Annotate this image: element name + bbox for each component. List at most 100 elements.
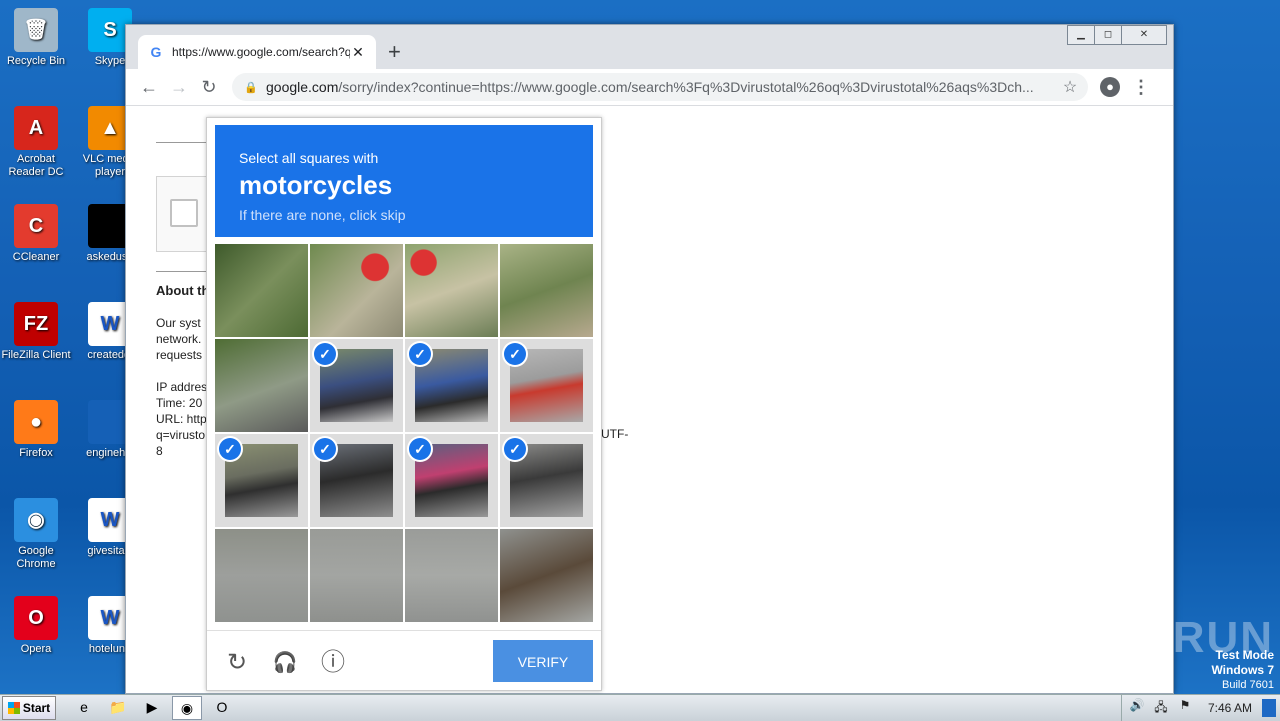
browser-menu-icon[interactable]: ⋮ bbox=[1132, 77, 1150, 98]
profile-avatar-icon[interactable]: ● bbox=[1100, 77, 1120, 97]
captcha-tile[interactable] bbox=[405, 529, 498, 622]
tile-image bbox=[500, 244, 593, 337]
desktop-icon[interactable]: A Acrobat Reader DC bbox=[0, 106, 74, 179]
taskbar-app-icon[interactable]: e bbox=[70, 696, 98, 718]
bookmark-star-icon[interactable]: ☆ bbox=[1060, 77, 1080, 97]
close-window-button[interactable]: ✕ bbox=[1121, 25, 1167, 45]
captcha-tile[interactable]: ✓ bbox=[405, 434, 498, 527]
captcha-tile[interactable] bbox=[500, 244, 593, 337]
taskbar-app-icon[interactable]: O bbox=[208, 696, 236, 718]
tray-icon[interactable]: ⚑ bbox=[1176, 698, 1194, 719]
selected-check-icon: ✓ bbox=[504, 438, 526, 460]
desktop-icon[interactable]: O Opera bbox=[0, 596, 74, 656]
captcha-tile[interactable]: ✓ bbox=[215, 434, 308, 527]
desktop-icon[interactable]: ◉ Google Chrome bbox=[0, 498, 74, 571]
selected-check-icon: ✓ bbox=[504, 343, 526, 365]
windows-logo-icon bbox=[7, 702, 20, 714]
url-host: google.com bbox=[266, 79, 339, 95]
taskbar: Start e 📁 ▶ ◉ O 🔊 🖧 ⚑ 7:46 AM bbox=[0, 694, 1280, 721]
desktop-icon-label: Firefox bbox=[19, 447, 53, 459]
challenge-instruction: Select all squares with bbox=[239, 150, 379, 166]
reload-button[interactable]: ↻ bbox=[194, 77, 224, 98]
reload-challenge-icon[interactable]: ↻ bbox=[223, 649, 251, 677]
tile-image bbox=[405, 244, 498, 337]
desktop-icon-label: Opera bbox=[20, 643, 52, 655]
captcha-tile[interactable] bbox=[310, 244, 403, 337]
audio-challenge-icon[interactable]: 🎧 bbox=[271, 649, 299, 677]
window-controls: ▁ ◻ ✕ bbox=[1067, 25, 1167, 45]
verify-button[interactable]: VERIFY bbox=[493, 640, 593, 682]
app-icon: O bbox=[14, 596, 58, 640]
tray-icon[interactable]: 🖧 bbox=[1152, 698, 1170, 719]
desktop-icon-label: CCleaner bbox=[12, 251, 60, 263]
tray-icon[interactable]: 🔊 bbox=[1128, 698, 1146, 719]
tile-image bbox=[405, 529, 498, 622]
forward-button[interactable]: → bbox=[164, 77, 194, 98]
taskbar-app-icon[interactable]: ▶ bbox=[138, 696, 166, 718]
selected-check-icon: ✓ bbox=[314, 438, 336, 460]
selected-check-icon: ✓ bbox=[314, 343, 336, 365]
maximize-button[interactable]: ◻ bbox=[1094, 25, 1122, 45]
desktop-icon[interactable]: 🗑 Recycle Bin bbox=[0, 8, 74, 68]
browser-tab[interactable]: G https://www.google.com/search?q= ✕ bbox=[138, 35, 376, 69]
title-bar: G https://www.google.com/search?q= ✕ + ▁… bbox=[126, 25, 1173, 69]
captcha-tile[interactable]: ✓ bbox=[500, 339, 593, 432]
desktop-icon-label: Google Chrome bbox=[16, 545, 56, 570]
app-icon: FZ bbox=[14, 302, 58, 346]
clock[interactable]: 7:46 AM bbox=[1208, 701, 1252, 715]
taskbar-app-icon[interactable]: 📁 bbox=[104, 696, 132, 718]
app-icon: ◉ bbox=[14, 498, 58, 542]
challenge-hint: If there are none, click skip bbox=[239, 207, 406, 223]
about-heading: About th bbox=[156, 283, 210, 298]
captcha-tile[interactable] bbox=[215, 244, 308, 337]
start-label: Start bbox=[22, 701, 51, 715]
minimize-button[interactable]: ▁ bbox=[1067, 25, 1095, 45]
captcha-tile[interactable] bbox=[500, 529, 593, 622]
browser-toolbar: ← → ↻ 🔒 google.com /sorry/index?continue… bbox=[126, 69, 1173, 106]
recaptcha-challenge: Select all squares with motorcycles If t… bbox=[206, 117, 602, 691]
build-label: Build 7601 bbox=[1222, 679, 1274, 691]
captcha-tile[interactable] bbox=[310, 529, 403, 622]
captcha-tile[interactable]: ✓ bbox=[405, 339, 498, 432]
info-icon[interactable]: ⓘ bbox=[319, 649, 347, 677]
app-icon: A bbox=[14, 106, 58, 150]
new-tab-button[interactable]: + bbox=[388, 39, 401, 65]
back-button[interactable]: ← bbox=[134, 77, 164, 98]
desktop-icon-label: FileZilla Client bbox=[1, 349, 71, 361]
recaptcha-checkbox[interactable] bbox=[170, 199, 198, 227]
address-bar[interactable]: 🔒 google.com /sorry/index?continue=https… bbox=[232, 73, 1088, 101]
url-path: /sorry/index?continue=https://www.google… bbox=[338, 79, 1034, 95]
desktop-icon-label: Recycle Bin bbox=[6, 55, 66, 67]
taskbar-app-icon[interactable]: ◉ bbox=[172, 696, 202, 720]
tray-icons: 🔊 🖧 ⚑ bbox=[1128, 698, 1200, 719]
app-icon: C bbox=[14, 204, 58, 248]
selected-check-icon: ✓ bbox=[219, 438, 241, 460]
start-button[interactable]: Start bbox=[2, 696, 56, 720]
selected-check-icon: ✓ bbox=[409, 438, 431, 460]
tile-image bbox=[215, 339, 308, 432]
tab-close-icon[interactable]: ✕ bbox=[350, 44, 366, 61]
desktop-icon[interactable]: FZ FileZilla Client bbox=[0, 302, 74, 362]
desktop-icon[interactable]: C CCleaner bbox=[0, 204, 74, 264]
tile-image bbox=[310, 529, 403, 622]
lock-icon[interactable]: 🔒 bbox=[244, 81, 258, 94]
captcha-tile[interactable]: ✓ bbox=[310, 339, 403, 432]
desktop-icon-label: Acrobat Reader DC bbox=[8, 153, 64, 178]
challenge-footer: ↻ 🎧 ⓘ VERIFY bbox=[207, 630, 601, 690]
tile-image bbox=[215, 529, 308, 622]
captcha-tile[interactable] bbox=[405, 244, 498, 337]
app-icon: ● bbox=[14, 400, 58, 444]
captcha-tile[interactable] bbox=[215, 529, 308, 622]
test-mode-notice: Test Mode Windows 7 Build 7601 bbox=[1211, 648, 1274, 693]
tile-image bbox=[500, 529, 593, 622]
taskbar-apps: e 📁 ▶ ◉ O bbox=[64, 696, 236, 720]
test-mode-label: Test Mode bbox=[1215, 648, 1274, 662]
show-desktop-button[interactable] bbox=[1262, 699, 1276, 717]
google-favicon-icon: G bbox=[150, 44, 162, 60]
captcha-tile[interactable] bbox=[215, 339, 308, 432]
desktop-icon[interactable]: ● Firefox bbox=[0, 400, 74, 460]
captcha-tile[interactable]: ✓ bbox=[500, 434, 593, 527]
app-icon: 🗑 bbox=[14, 8, 58, 52]
tile-image bbox=[215, 244, 308, 337]
captcha-tile[interactable]: ✓ bbox=[310, 434, 403, 527]
